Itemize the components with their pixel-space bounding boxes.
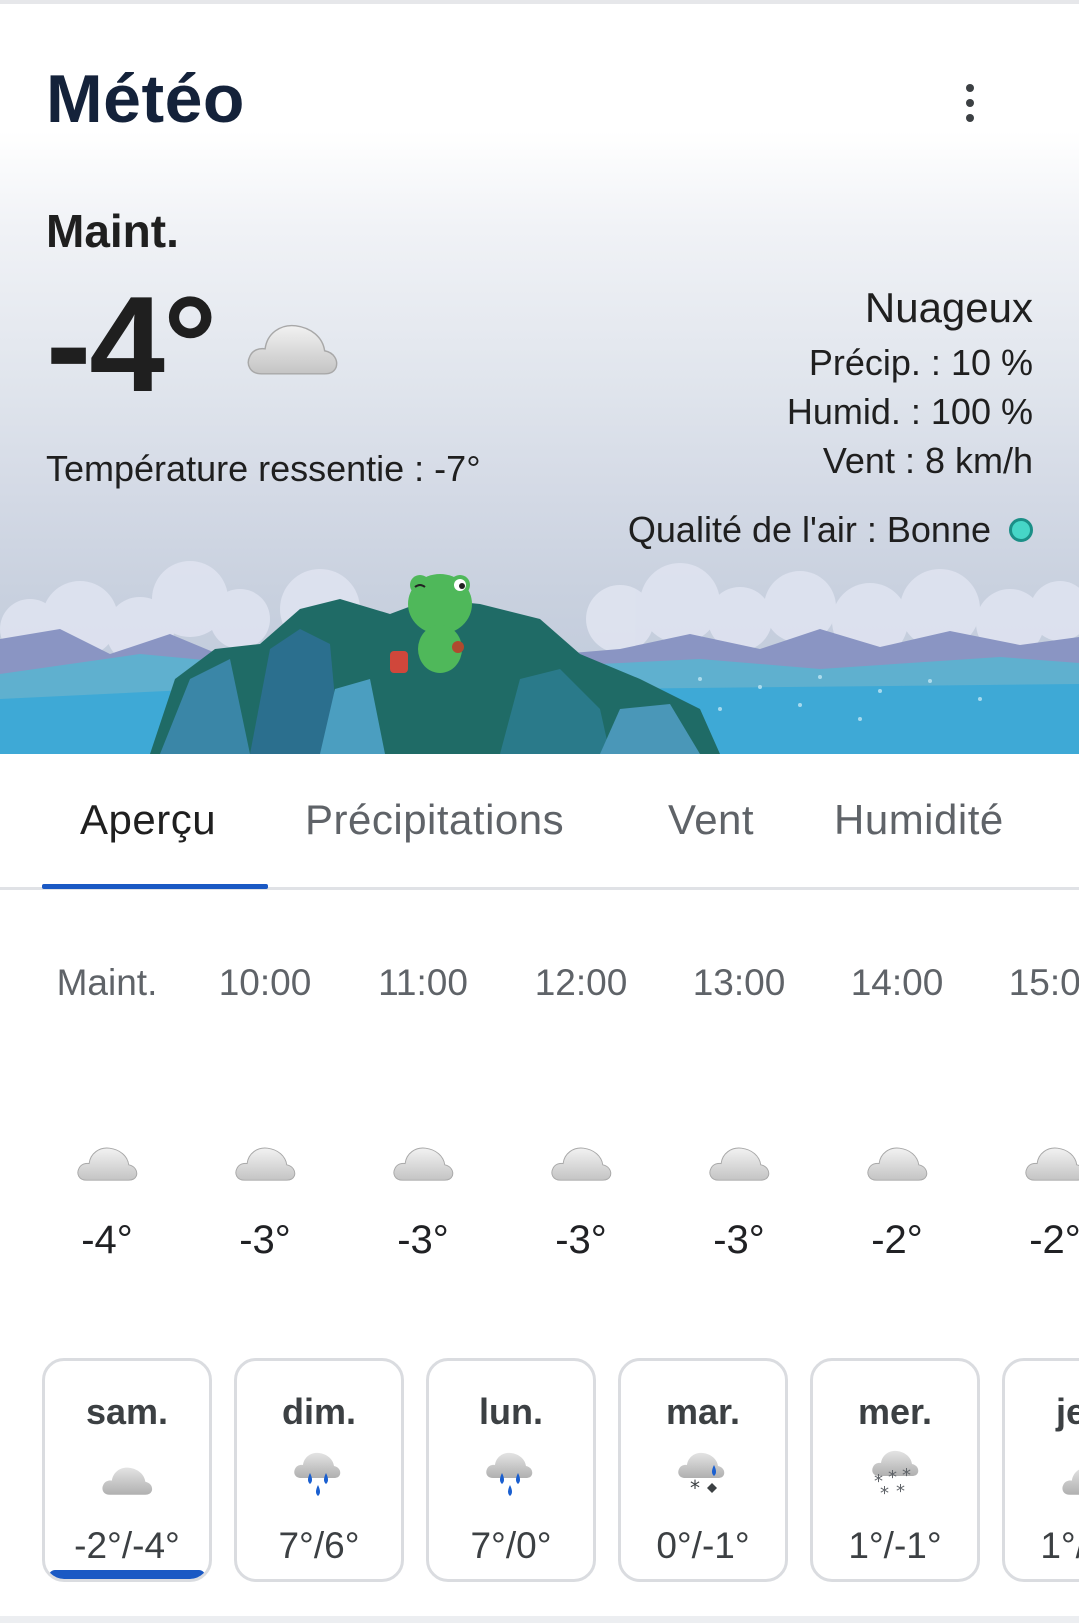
day-name: sam. [85, 1391, 169, 1432]
landscape-illustration [0, 561, 1079, 754]
snow-icon: * * * * * [872, 1450, 919, 1504]
hour-label: Maint. [56, 962, 158, 1003]
rain-icon [294, 1452, 341, 1496]
current-weather-panel: Météo Maint. -4° Température ressentie :… [0, 4, 1079, 754]
hour-temperature: -3° [397, 1218, 449, 1262]
condition-label: Nuageux [864, 284, 1033, 331]
humidity-stat: Humid. : 100 % [786, 391, 1033, 432]
sleet-icon: * [678, 1452, 725, 1500]
cloud-icon [1062, 1467, 1079, 1495]
hour-label: 15:00 [1008, 962, 1079, 1003]
hour-label: 10:00 [218, 962, 312, 1003]
air-quality-stat: Qualité de l'air : Bonne [628, 509, 1033, 551]
cloud-icon [233, 1140, 297, 1182]
day-name: mer. [857, 1391, 933, 1432]
day-name: lun. [479, 1391, 543, 1432]
cloud-icon [1023, 1140, 1079, 1182]
tab-vent[interactable]: Vent [668, 796, 754, 844]
cloud-icon [102, 1467, 153, 1495]
day-temp-range: 1°/-1° [1040, 1525, 1079, 1566]
feels-like: Température ressentie : -7° [46, 448, 481, 489]
svg-text:*: * [880, 1483, 889, 1504]
day-temp-range: 7°/6° [278, 1525, 360, 1566]
hour-temperature: -3° [555, 1218, 607, 1262]
app-title: Météo [46, 61, 245, 137]
day-name: dim. [281, 1391, 356, 1432]
hour-temperature: -2° [1029, 1218, 1079, 1262]
active-tab-indicator [42, 884, 268, 889]
svg-text:*: * [896, 1481, 905, 1502]
hourly-forecast[interactable]: Maint. -4° 10:00 -3° 11:00 -3° 12:00 -3°… [0, 890, 1079, 1310]
day-name: jeu. [1055, 1391, 1079, 1432]
hourly-item: 15:00 -2° [976, 890, 1079, 1310]
current-temperature: -4° [46, 268, 217, 420]
hour-temperature: -4° [81, 1218, 133, 1262]
day-card[interactable]: mer. * * * * * 1°/-1° [810, 1358, 980, 1582]
tab-humidite[interactable]: Humidité [834, 796, 1004, 844]
now-label: Maint. [46, 205, 179, 257]
wind-stat: Vent : 8 km/h [822, 440, 1033, 481]
day-card[interactable]: mar. * 0°/-1° [618, 1358, 788, 1582]
hourly-item: 11:00 -3° [344, 890, 502, 1310]
svg-text:*: * [690, 1476, 700, 1500]
cloud-icon [865, 1140, 929, 1182]
day-temp-range: 7°/0° [470, 1525, 552, 1566]
hour-temperature: -2° [871, 1218, 923, 1262]
day-card[interactable]: jeu. 1°/-1° [1002, 1358, 1079, 1582]
day-card[interactable]: dim. 7°/6° [234, 1358, 404, 1582]
tab-precipitations[interactable]: Précipitations [305, 796, 564, 844]
day-temp-range: -2°/-4° [74, 1525, 180, 1566]
hour-label: 11:00 [378, 962, 468, 1003]
air-quality-label: Qualité de l'air : Bonne [627, 509, 991, 550]
cloud-icon [391, 1140, 455, 1182]
air-quality-dot-icon [1009, 518, 1033, 542]
tab-apercu[interactable]: Aperçu [80, 796, 216, 844]
tab-bar: Aperçu Précipitations Vent Humidité [0, 754, 1079, 890]
rain-icon [486, 1452, 533, 1496]
cloud-icon [244, 314, 340, 376]
hourly-item: 14:00 -2° [818, 890, 976, 1310]
precip-stat: Précip. : 10 % [808, 342, 1033, 383]
hour-label: 13:00 [692, 962, 786, 1003]
day-temp-range: 0°/-1° [656, 1525, 750, 1566]
selected-day-indicator [49, 1570, 205, 1579]
cloud-icon [549, 1140, 613, 1182]
more-vert-icon[interactable] [950, 80, 990, 126]
hourly-item: 12:00 -3° [502, 890, 660, 1310]
hourly-item: 13:00 -3° [660, 890, 818, 1310]
day-temp-range: 1°/-1° [848, 1525, 942, 1566]
day-card[interactable]: lun. 7°/0° [426, 1358, 596, 1582]
day-card[interactable]: sam. -2°/-4° [42, 1358, 212, 1582]
day-name: mar. [665, 1391, 741, 1432]
daily-forecast[interactable]: sam. -2°/-4° dim. 7°/6° lun. 7°/0° mar. [0, 1350, 1079, 1590]
hour-temperature: -3° [713, 1218, 765, 1262]
hour-label: 12:00 [534, 962, 628, 1003]
cloud-icon [707, 1140, 771, 1182]
hour-label: 14:00 [850, 962, 944, 1003]
bottom-divider [0, 1616, 1079, 1623]
cloud-icon [75, 1140, 139, 1182]
hourly-item: Maint. -4° [28, 890, 186, 1310]
hourly-item: 10:00 -3° [186, 890, 344, 1310]
hour-temperature: -3° [239, 1218, 291, 1262]
